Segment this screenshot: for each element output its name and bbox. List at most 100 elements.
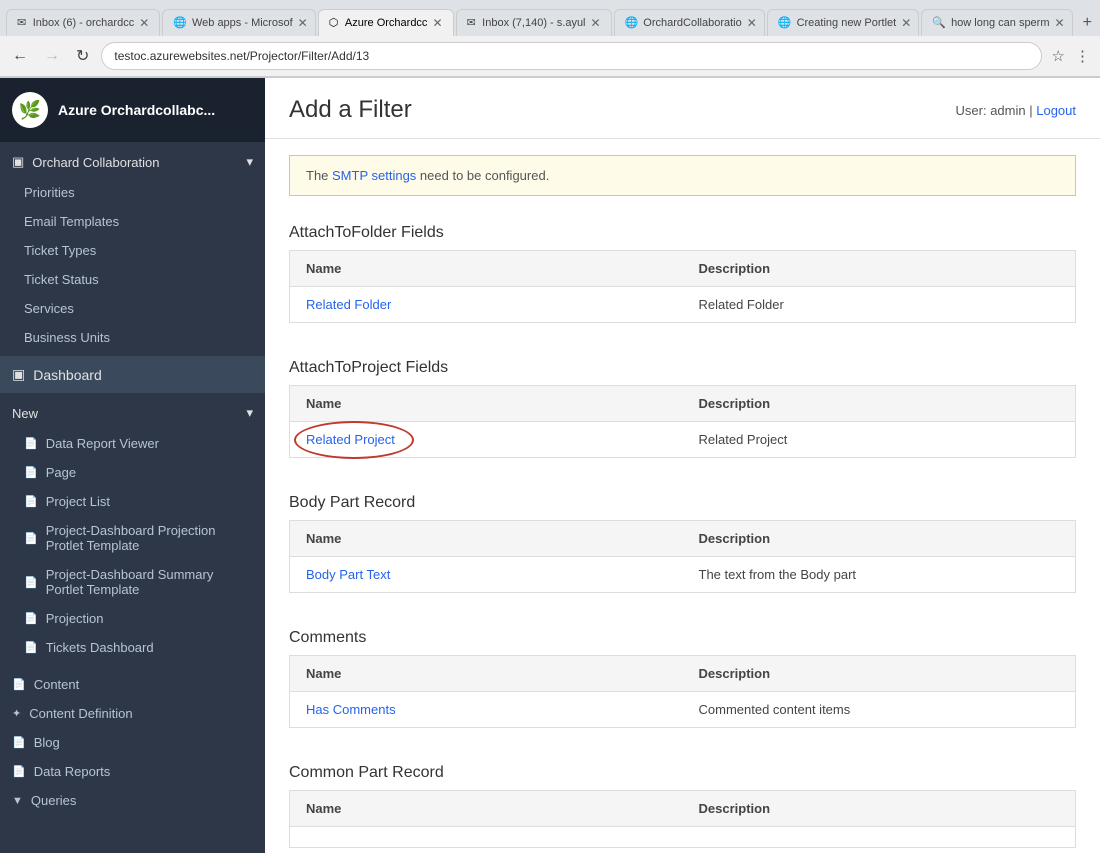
tab-inbox[interactable]: ✉ Inbox (6) - orchardcc ✕ <box>6 9 160 36</box>
section-body-part-record: Body Part Record Name Description Body P… <box>289 482 1076 593</box>
col-desc-common-part: Description <box>683 791 1076 827</box>
sidebar-new-section: New ▾ 📄 Data Report Viewer 📄 Page 📄 Proj… <box>0 393 265 666</box>
sidebar-bottom-section: 📄 Content ✦ Content Definition 📄 Blog 📄 … <box>0 666 265 819</box>
has-comments-name-cell: Has Comments <box>290 692 683 728</box>
tab-label-portlet: Creating new Portlet <box>797 17 897 29</box>
attach-to-project-table: Name Description Related Project Related… <box>289 385 1076 458</box>
dashboard-grid-icon: ▣ <box>12 366 25 383</box>
chevron-icon-queries: ▼ <box>12 795 23 807</box>
sidebar-item-label-email-templates: Email Templates <box>24 214 119 229</box>
sidebar-item-label-page: Page <box>46 465 76 480</box>
sidebar-new-label: New <box>12 406 38 421</box>
col-name-attach-folder: Name <box>290 251 683 287</box>
table-row: Related Folder Related Folder <box>290 287 1076 323</box>
attach-to-folder-table: Name Description Related Folder Related … <box>289 250 1076 323</box>
sidebar-item-summary-portlet[interactable]: 📄 Project-Dashboard Summary Portlet Temp… <box>0 560 265 604</box>
sidebar-group-orchard[interactable]: ▣ Orchard Collaboration ▾ <box>0 146 265 178</box>
section-attach-to-project: AttachToProject Fields Name Description … <box>289 347 1076 458</box>
sidebar-item-projection-protlet[interactable]: 📄 Project-Dashboard Projection Protlet T… <box>0 516 265 560</box>
sidebar-item-ticket-types[interactable]: Ticket Types <box>0 236 265 265</box>
sidebar-item-label-projection: Projection <box>46 611 104 626</box>
sidebar-item-data-report-viewer[interactable]: 📄 Data Report Viewer <box>0 429 265 458</box>
sidebar-dashboard-label: Dashboard <box>33 367 102 383</box>
new-tab-button[interactable]: + <box>1075 10 1100 36</box>
tab-orchard[interactable]: 🌐 OrchardCollaboratio ✕ <box>614 9 765 36</box>
body-part-text-desc-cell: The text from the Body part <box>683 557 1076 593</box>
sidebar-item-project-list[interactable]: 📄 Project List <box>0 487 265 516</box>
smtp-settings-link[interactable]: SMTP settings <box>332 168 416 183</box>
col-desc-attach-project: Description <box>683 386 1076 422</box>
app-wrapper: 🌿 Azure Orchardcollabc... ▣ Orchard Coll… <box>0 78 1100 853</box>
menu-button[interactable]: ⋮ <box>1073 45 1092 67</box>
tab-close-portlet[interactable]: ✕ <box>901 16 911 30</box>
tab-close-inbox[interactable]: ✕ <box>139 16 149 30</box>
tab-close-orchard[interactable]: ✕ <box>747 16 757 30</box>
sidebar-orchard-section: ▣ Orchard Collaboration ▾ Priorities Ema… <box>0 142 265 356</box>
sidebar-new-header[interactable]: New ▾ <box>0 397 265 429</box>
section-title-comments: Comments <box>289 617 1076 655</box>
table-row: Related Project Related Project <box>290 422 1076 458</box>
sidebar-item-content-definition[interactable]: ✦ Content Definition <box>0 699 265 728</box>
tab-label-gmail: Inbox (7,140) - s.ayul <box>482 17 585 29</box>
sidebar-item-priorities[interactable]: Priorities <box>0 178 265 207</box>
doc-icon-content: 📄 <box>12 678 26 691</box>
tab-portlet[interactable]: 🌐 Creating new Portlet ✕ <box>767 9 920 36</box>
tab-close-search[interactable]: ✕ <box>1055 16 1065 30</box>
sidebar-item-label-tickets-dashboard: Tickets Dashboard <box>46 640 154 655</box>
tab-close-azure[interactable]: ✕ <box>432 16 442 30</box>
sidebar-item-content[interactable]: 📄 Content <box>0 670 265 699</box>
tab-close-webapps[interactable]: ✕ <box>298 16 308 30</box>
sidebar-item-label-services: Services <box>24 301 74 316</box>
section-title-attach-to-folder: AttachToFolder Fields <box>289 212 1076 250</box>
page-title: Add a Filter <box>289 96 412 124</box>
user-info: User: admin | Logout <box>956 103 1076 118</box>
sidebar-item-services[interactable]: Services <box>0 294 265 323</box>
main-content: Add a Filter User: admin | Logout The SM… <box>265 78 1100 853</box>
user-text: User: admin | <box>956 103 1033 118</box>
common-part-name-placeholder <box>290 827 683 848</box>
tab-azure[interactable]: ⬡ Azure Orchardcc ✕ <box>318 9 454 36</box>
tab-search[interactable]: 🔍 how long can sperm ✕ <box>921 9 1072 36</box>
tab-favicon-webapps: 🌐 <box>173 16 187 30</box>
sidebar-item-tickets-dashboard[interactable]: 📄 Tickets Dashboard <box>0 633 265 662</box>
table-row: Has Comments Commented content items <box>290 692 1076 728</box>
sidebar-item-label-blog: Blog <box>34 735 60 750</box>
related-folder-link[interactable]: Related Folder <box>306 297 391 312</box>
alert-banner: The SMTP settings need to be configured. <box>289 155 1076 196</box>
sidebar-item-data-reports[interactable]: 📄 Data Reports <box>0 757 265 786</box>
address-bar[interactable] <box>101 42 1041 70</box>
section-common-part-record: Common Part Record Name Description <box>289 752 1076 848</box>
sidebar-item-blog[interactable]: 📄 Blog <box>0 728 265 757</box>
tab-label-webapps: Web apps - Microsof <box>192 17 293 29</box>
body-part-text-name-cell: Body Part Text <box>290 557 683 593</box>
content-body: AttachToFolder Fields Name Description R… <box>265 212 1100 853</box>
has-comments-desc-cell: Commented content items <box>683 692 1076 728</box>
doc-icon-projection-protlet: 📄 <box>24 532 38 545</box>
doc-icon-summary-portlet: 📄 <box>24 576 38 589</box>
tab-favicon-orchard: 🌐 <box>625 16 639 30</box>
tab-webapps[interactable]: 🌐 Web apps - Microsof ✕ <box>162 9 315 36</box>
sidebar-item-ticket-status[interactable]: Ticket Status <box>0 265 265 294</box>
has-comments-link[interactable]: Has Comments <box>306 702 396 717</box>
sidebar-dashboard[interactable]: ▣ Dashboard <box>0 356 265 393</box>
sidebar-item-projection[interactable]: 📄 Projection <box>0 604 265 633</box>
tab-close-gmail[interactable]: ✕ <box>591 16 601 30</box>
related-project-link[interactable]: Related Project <box>306 432 395 447</box>
bookmark-button[interactable]: ☆ <box>1050 45 1067 67</box>
sidebar-item-email-templates[interactable]: Email Templates <box>0 207 265 236</box>
toolbar-icons: ☆ ⋮ <box>1050 45 1092 67</box>
sidebar-item-page[interactable]: 📄 Page <box>0 458 265 487</box>
body-part-text-link[interactable]: Body Part Text <box>306 567 390 582</box>
section-attach-to-folder: AttachToFolder Fields Name Description R… <box>289 212 1076 323</box>
doc-icon-projection: 📄 <box>24 612 38 625</box>
tab-gmail[interactable]: ✉ Inbox (7,140) - s.ayul ✕ <box>456 9 612 36</box>
sidebar-item-queries[interactable]: ▼ Queries <box>0 786 265 815</box>
browser-chrome: ✉ Inbox (6) - orchardcc ✕ 🌐 Web apps - M… <box>0 0 1100 78</box>
reload-button[interactable]: ↻ <box>72 44 93 68</box>
sidebar-item-business-units[interactable]: Business Units <box>0 323 265 352</box>
comments-table: Name Description Has Comments Commented … <box>289 655 1076 728</box>
forward-button[interactable]: → <box>40 45 64 67</box>
related-folder-name-cell: Related Folder <box>290 287 683 323</box>
logout-link[interactable]: Logout <box>1036 103 1076 118</box>
back-button[interactable]: ← <box>8 45 32 67</box>
